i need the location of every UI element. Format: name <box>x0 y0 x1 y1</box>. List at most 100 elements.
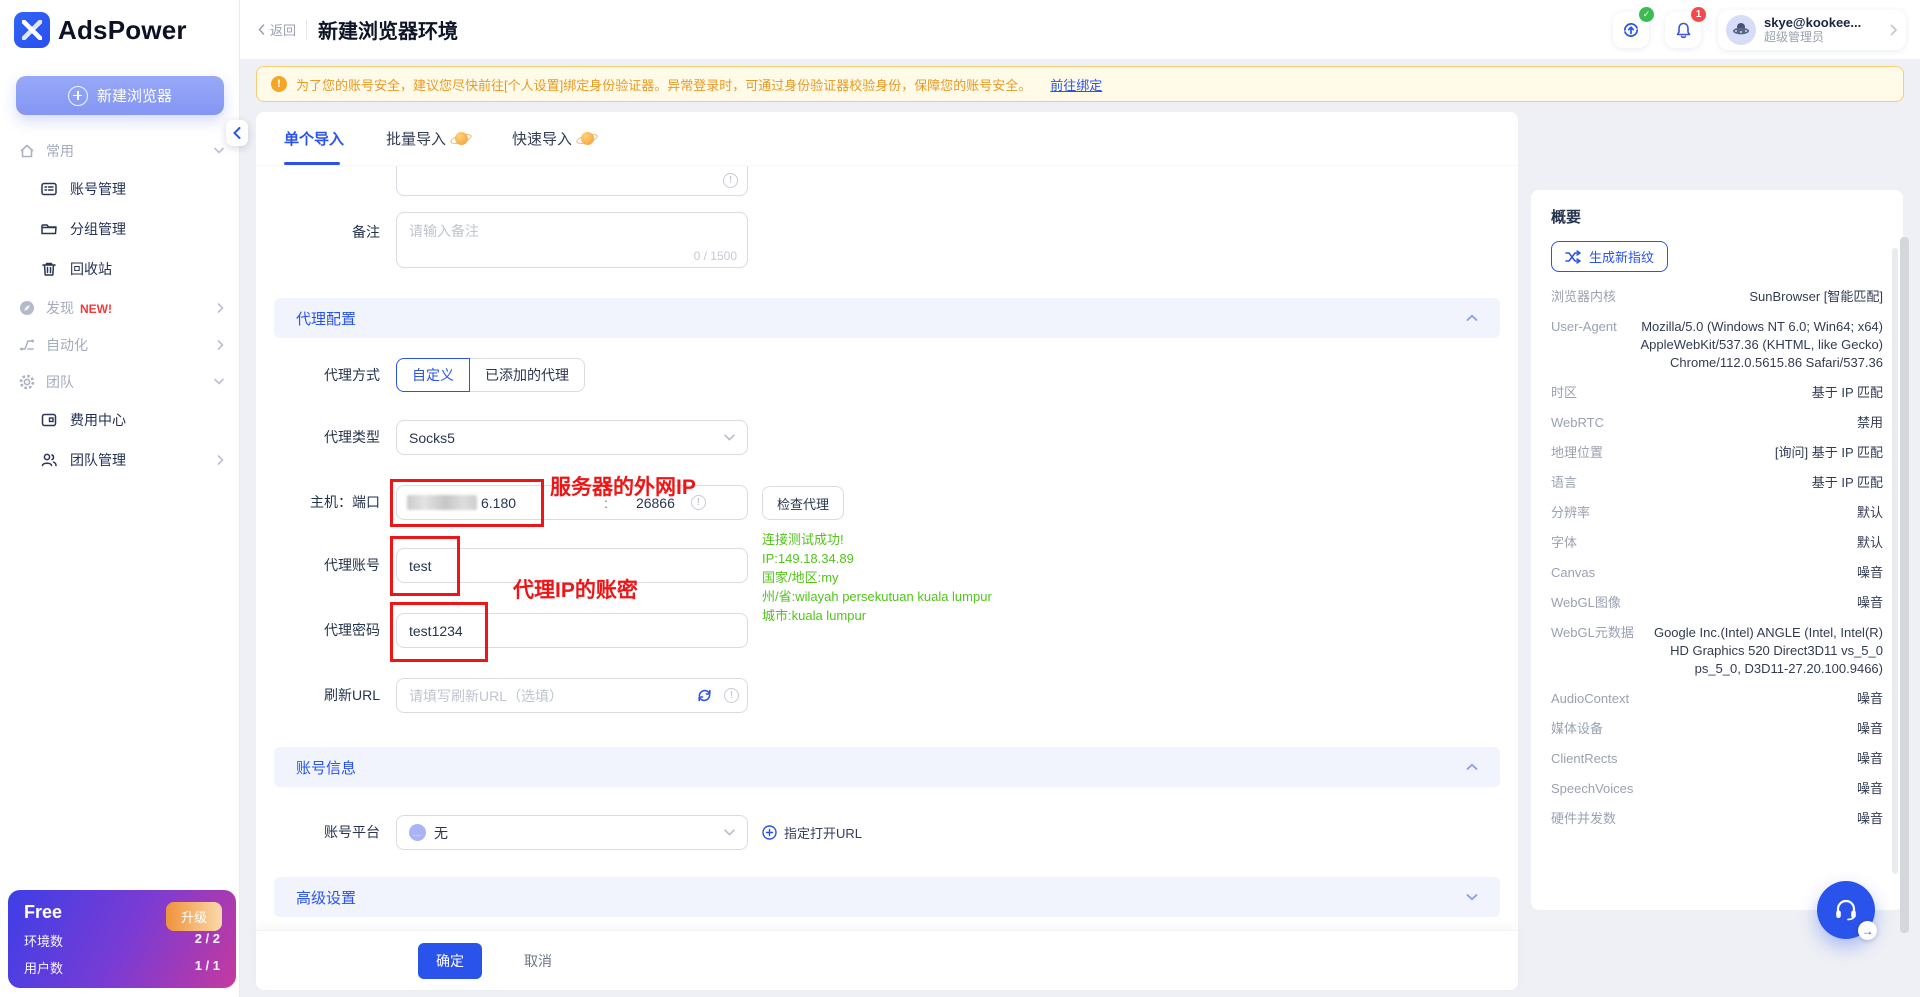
host-port-label: 主机：端口 <box>310 494 380 510</box>
sidebar: AdsPower 新建浏览器 常用 账号管理 分组管理 回收站 发现 NEW! … <box>0 0 248 997</box>
chevron-down-icon <box>724 829 735 836</box>
sidebar-item-billing-center[interactable]: 费用中心 <box>0 400 240 440</box>
host-annotation-text: 服务器的外网IP <box>550 476 696 499</box>
note-counter: 0 / 1500 <box>693 249 737 263</box>
form-scroll-area[interactable]: ! 备注 0 / 1500 代理配置 代理方式 自定义 已添加的代理 代理类型 <box>256 166 1518 930</box>
title-divider <box>306 20 307 40</box>
upgrade-button[interactable]: 升级 <box>165 902 222 931</box>
proxy-password-label: 代理密码 <box>324 622 380 638</box>
tab-batch-import[interactable]: 批量导入 <box>386 112 473 165</box>
folder-icon <box>40 220 58 238</box>
check-result-line: 州/省:wilayah persekutuan kuala lumpur <box>762 589 992 604</box>
new-browser-button[interactable]: 新建浏览器 <box>16 76 224 115</box>
refresh-icon[interactable] <box>696 687 713 704</box>
refresh-url-info-icon[interactable]: ! <box>724 688 739 703</box>
summary-row: 语言 基于 IP 匹配 <box>1551 475 1883 490</box>
platform-select[interactable]: … 无 <box>396 815 748 850</box>
summary-row: 硬件并发数 噪音 <box>1551 811 1883 826</box>
advanced-settings-section-header[interactable]: 高级设置 <box>274 877 1500 917</box>
new-environment-form-card: 单个导入 批量导入 快速导入 ! 备注 0 / 1500 <box>256 112 1518 990</box>
compass-icon <box>18 299 36 317</box>
tab-quick-import[interactable]: 快速导入 <box>512 112 599 165</box>
gear-icon <box>18 373 36 391</box>
host-redacted-value <box>407 495 477 510</box>
tab-single-import[interactable]: 单个导入 <box>284 112 344 165</box>
page-scrollbar-thumb[interactable] <box>1900 237 1909 933</box>
user-email: skye@kookee... <box>1764 14 1862 30</box>
automation-icon <box>18 336 36 354</box>
sidebar-collapse-button[interactable] <box>226 120 248 146</box>
fab-arrow-badge[interactable]: → <box>1858 921 1877 940</box>
sidebar-group-team[interactable]: 团队 <box>0 363 240 400</box>
support-fab[interactable]: → <box>1817 881 1877 940</box>
note-field[interactable]: 0 / 1500 <box>396 212 748 268</box>
cancel-button[interactable]: 取消 <box>524 943 552 979</box>
notifications-button[interactable]: 1 <box>1665 7 1706 48</box>
specify-open-url-link[interactable]: 指定打开URL <box>762 815 862 850</box>
summary-row: 分辨率 默认 <box>1551 505 1883 520</box>
ufo-avatar-icon <box>1733 23 1749 35</box>
plan-card: Free 升级 环境数 2 / 2 用户数 1 / 1 <box>8 890 236 988</box>
sidebar-group-common[interactable]: 常用 <box>0 132 240 169</box>
credentials-annotation-text: 代理IP的账密 <box>513 579 638 602</box>
sidebar-item-account-management[interactable]: 账号管理 <box>0 169 240 209</box>
sidebar-item-team-management[interactable]: 团队管理 <box>0 440 240 480</box>
go-bind-link[interactable]: 前往绑定 <box>1050 75 1102 94</box>
account-management-icon <box>40 180 58 198</box>
home-icon <box>18 142 36 160</box>
chevron-up-icon[interactable] <box>1466 763 1478 771</box>
plus-circle-icon <box>67 85 88 106</box>
chevron-down-icon <box>214 378 224 385</box>
sidebar-item-group-management[interactable]: 分组管理 <box>0 209 240 249</box>
proxy-mode-segmented: 自定义 已添加的代理 <box>396 358 585 392</box>
check-result-line: IP:149.18.34.89 <box>762 551 854 566</box>
adspower-logo: AdsPower <box>14 12 187 48</box>
sidebar-group-discover[interactable]: 发现 NEW! <box>0 289 240 326</box>
summary-row: WebGL元数据 Google Inc.(Intel) ANGLE (Intel,… <box>1551 625 1883 676</box>
chevron-up-icon[interactable] <box>1466 314 1478 322</box>
app-root: AdsPower 新建浏览器 常用 账号管理 分组管理 回收站 发现 NEW! … <box>0 0 1920 997</box>
confirm-button[interactable]: 确定 <box>418 943 482 979</box>
topbar: 返回 新建浏览器环境 ✓ 1 skye@kookee... 超级管理员 <box>240 0 1920 60</box>
sync-button[interactable]: ✓ <box>1613 7 1654 48</box>
proxy-type-label: 代理类型 <box>324 429 380 445</box>
adspower-logo-icon <box>14 12 50 48</box>
chevron-right-icon <box>217 339 224 350</box>
summary-row: Canvas 噪音 <box>1551 565 1883 580</box>
proxy-password-input[interactable] <box>396 613 748 648</box>
sidebar-group-automation[interactable]: 自动化 <box>0 326 240 363</box>
proxy-mode-added-option[interactable]: 已添加的代理 <box>470 358 585 392</box>
summary-title: 概要 <box>1551 209 1582 226</box>
refresh-url-label: 刷新URL <box>323 687 380 703</box>
shuffle-icon <box>1565 249 1581 264</box>
user-menu[interactable]: skye@kookee... 超级管理员 <box>1718 10 1906 50</box>
generate-fingerprint-button[interactable]: 生成新指纹 <box>1551 241 1669 272</box>
planet-icon <box>575 130 599 147</box>
back-button[interactable]: 返回 <box>258 20 296 39</box>
summary-scrollbar[interactable] <box>1892 248 1898 874</box>
summary-row: 媒体设备 噪音 <box>1551 721 1883 736</box>
proxy-config-section-header[interactable]: 代理配置 <box>274 298 1500 338</box>
planet-icon <box>449 130 473 147</box>
billing-icon <box>40 411 58 429</box>
summary-row: 字体 默认 <box>1551 535 1883 550</box>
chevron-left-icon <box>233 127 241 139</box>
sidebar-item-recycle-bin[interactable]: 回收站 <box>0 249 240 289</box>
account-info-section-header[interactable]: 账号信息 <box>274 747 1500 787</box>
proxy-mode-custom-option[interactable]: 自定义 <box>396 358 470 392</box>
chevron-down-icon[interactable] <box>1466 893 1478 901</box>
chevron-right-icon <box>217 302 224 313</box>
proxy-type-select[interactable]: Socks5 <box>396 420 748 455</box>
cookie-info-icon[interactable]: ! <box>723 173 738 188</box>
chevron-right-icon <box>217 455 224 465</box>
check-result-line: 连接测试成功! <box>762 532 844 547</box>
people-icon <box>40 451 58 469</box>
cookie-input[interactable] <box>397 166 747 195</box>
notification-count-badge: 1 <box>1691 7 1706 22</box>
import-tabs: 单个导入 批量导入 快速导入 <box>256 112 1518 166</box>
bell-icon <box>1676 22 1690 38</box>
cookie-field[interactable]: ! <box>396 166 748 196</box>
security-warning-banner: ! 为了您的账号安全，建议您尽快前往[个人设置]绑定身份验证器。异常登录时，可通… <box>256 66 1904 102</box>
plan-user-count: 用户数 1 / 1 <box>24 958 220 976</box>
check-proxy-button[interactable]: 检查代理 <box>762 486 845 520</box>
